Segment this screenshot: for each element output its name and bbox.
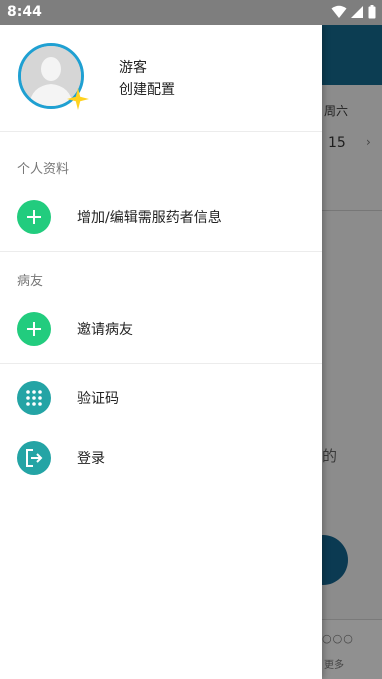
background-weekday: 周六 <box>324 104 349 118</box>
section-title-friends: 病友 <box>17 274 44 289</box>
battery-icon <box>368 5 376 19</box>
background-date: 15 <box>328 135 346 151</box>
navigation-drawer: 游客 创建配置 个人资料 增加/编辑需服药者信息 病友 邀请病友 验证码 登录 <box>0 25 322 679</box>
star-icon <box>67 88 89 110</box>
menu-label: 增加/编辑需服药者信息 <box>77 210 222 226</box>
user-name: 游客 <box>119 60 147 76</box>
signal-icon <box>351 6 363 18</box>
background-text: 的 <box>322 447 338 465</box>
plus-icon <box>17 200 51 234</box>
menu-item-verification-code[interactable]: 验证码 <box>0 373 322 423</box>
create-config-link[interactable]: 创建配置 <box>119 79 175 99</box>
login-icon <box>17 441 51 475</box>
more-dots-icon: ○○○ <box>322 632 354 645</box>
divider <box>0 363 322 364</box>
menu-label: 邀请病友 <box>77 322 133 338</box>
profile-header[interactable]: 游客 创建配置 <box>0 25 322 132</box>
status-bar: 8:44 <box>0 0 382 25</box>
menu-item-edit-patient[interactable]: 增加/编辑需服药者信息 <box>0 192 322 242</box>
dots-grid-icon <box>17 381 51 415</box>
menu-label: 登录 <box>77 451 105 467</box>
background-divider <box>322 210 382 211</box>
divider <box>0 251 322 252</box>
plus-icon <box>17 312 51 346</box>
status-icons <box>331 5 376 19</box>
chevron-right-icon: › <box>366 135 371 149</box>
menu-label: 验证码 <box>77 391 119 407</box>
menu-item-login[interactable]: 登录 <box>0 433 322 483</box>
wifi-icon <box>331 5 347 18</box>
menu-item-invite-friend[interactable]: 邀请病友 <box>0 304 322 354</box>
section-title-profile: 个人资料 <box>17 162 70 177</box>
status-time: 8:44 <box>7 4 42 20</box>
background-more-label: 更多 <box>324 660 344 671</box>
